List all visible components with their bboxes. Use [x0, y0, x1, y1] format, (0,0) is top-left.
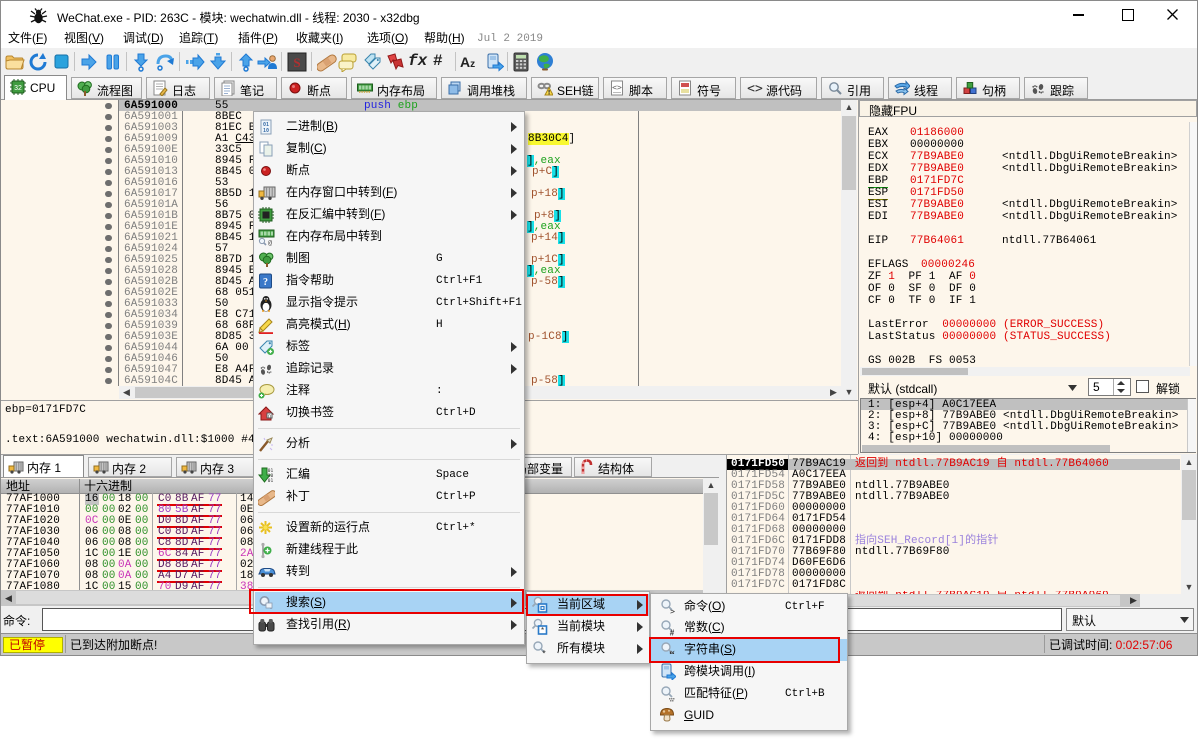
- svg-text:*: *: [542, 649, 546, 658]
- svg-text:n: n: [268, 413, 271, 419]
- svg-text:?: ?: [263, 277, 268, 288]
- svg-text:S: S: [293, 55, 300, 70]
- svg-text:>: >: [670, 607, 675, 615]
- svg-text:10: 10: [263, 128, 269, 134]
- svg-text:32: 32: [14, 85, 22, 92]
- svg-text:<>: <>: [612, 83, 622, 92]
- svg-text:<>: <>: [747, 82, 763, 97]
- svg-text:@: @: [268, 239, 273, 246]
- svg-text:*: *: [541, 626, 544, 635]
- svg-text:01: 01: [268, 478, 274, 484]
- svg-text:#: #: [670, 629, 675, 637]
